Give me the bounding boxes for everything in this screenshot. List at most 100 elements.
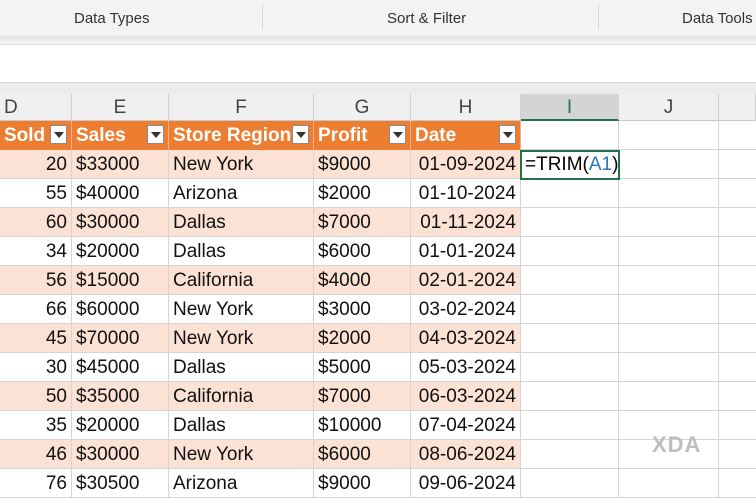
- cell-sold[interactable]: 76: [0, 469, 72, 498]
- cell-region[interactable]: California: [169, 266, 314, 295]
- cell-sold[interactable]: 66: [0, 295, 72, 324]
- cell-date[interactable]: 04-03-2024: [411, 324, 521, 353]
- cell-sold[interactable]: 45: [0, 324, 72, 353]
- ribbon-group-data-tools[interactable]: Data Tools: [682, 10, 753, 27]
- cell-sold[interactable]: 35: [0, 411, 72, 440]
- empty-cell[interactable]: [719, 353, 756, 382]
- cell-sales[interactable]: $45000: [72, 353, 169, 382]
- empty-cell[interactable]: [619, 324, 719, 353]
- filter-dropdown-icon[interactable]: [292, 125, 309, 144]
- cell-date[interactable]: 05-03-2024: [411, 353, 521, 382]
- cell-region[interactable]: California: [169, 382, 314, 411]
- cell-profit[interactable]: $6000: [314, 237, 411, 266]
- cell-sales[interactable]: $20000: [72, 237, 169, 266]
- cell-region[interactable]: Dallas: [169, 237, 314, 266]
- column-header-i[interactable]: I: [521, 94, 619, 121]
- filter-dropdown-icon[interactable]: [50, 125, 67, 144]
- cell-sold[interactable]: 20: [0, 150, 72, 179]
- ribbon-group-data-types[interactable]: Data Types: [74, 10, 150, 27]
- empty-cell[interactable]: [619, 150, 719, 179]
- cell-sold[interactable]: 30: [0, 353, 72, 382]
- cell-profit[interactable]: $9000: [314, 150, 411, 179]
- empty-cell[interactable]: [619, 353, 719, 382]
- empty-cell[interactable]: [719, 237, 756, 266]
- empty-cell[interactable]: [521, 179, 619, 208]
- empty-cell[interactable]: [521, 469, 619, 498]
- cell-region[interactable]: New York: [169, 324, 314, 353]
- cell-date[interactable]: 02-01-2024: [411, 266, 521, 295]
- empty-cell[interactable]: [619, 237, 719, 266]
- empty-cell[interactable]: [521, 440, 619, 469]
- filter-dropdown-icon[interactable]: [389, 125, 406, 144]
- cell-sold[interactable]: 46: [0, 440, 72, 469]
- empty-cell[interactable]: [521, 382, 619, 411]
- cell-date[interactable]: 01-10-2024: [411, 179, 521, 208]
- empty-cell[interactable]: [521, 208, 619, 237]
- column-header-g[interactable]: G: [314, 94, 411, 121]
- cell-profit[interactable]: $7000: [314, 208, 411, 237]
- cell-region[interactable]: Dallas: [169, 353, 314, 382]
- cell-sales[interactable]: $35000: [72, 382, 169, 411]
- cell-profit[interactable]: $2000: [314, 179, 411, 208]
- empty-cell[interactable]: [719, 382, 756, 411]
- cell-k1[interactable]: [719, 121, 756, 150]
- cell-i1[interactable]: [521, 121, 619, 150]
- empty-cell[interactable]: [521, 295, 619, 324]
- cell-date[interactable]: 09-06-2024: [411, 469, 521, 498]
- cell-sales[interactable]: $30500: [72, 469, 169, 498]
- empty-cell[interactable]: [619, 295, 719, 324]
- filter-dropdown-icon[interactable]: [147, 125, 164, 144]
- cell-profit[interactable]: $7000: [314, 382, 411, 411]
- empty-cell[interactable]: [719, 295, 756, 324]
- cell-date[interactable]: 01-01-2024: [411, 237, 521, 266]
- empty-cell[interactable]: [719, 440, 756, 469]
- cell-region[interactable]: Arizona: [169, 179, 314, 208]
- cell-region[interactable]: Arizona: [169, 469, 314, 498]
- cell-date[interactable]: 01-11-2024: [411, 208, 521, 237]
- cell-sold[interactable]: 34: [0, 237, 72, 266]
- cell-date[interactable]: 07-04-2024: [411, 411, 521, 440]
- cell-profit[interactable]: $6000: [314, 440, 411, 469]
- cell-sales[interactable]: $30000: [72, 440, 169, 469]
- empty-cell[interactable]: [619, 469, 719, 498]
- cell-sold[interactable]: 60: [0, 208, 72, 237]
- cell-profit[interactable]: $4000: [314, 266, 411, 295]
- active-cell-formula[interactable]: =TRIM(A1): [520, 150, 620, 180]
- filter-dropdown-icon[interactable]: [499, 125, 516, 144]
- formula-bar-area[interactable]: [0, 44, 756, 83]
- empty-cell[interactable]: [619, 208, 719, 237]
- cell-region[interactable]: New York: [169, 150, 314, 179]
- empty-cell[interactable]: [521, 324, 619, 353]
- cell-profit[interactable]: $3000: [314, 295, 411, 324]
- cell-j1[interactable]: [619, 121, 719, 150]
- cell-sales[interactable]: $20000: [72, 411, 169, 440]
- cell-sales[interactable]: $15000: [72, 266, 169, 295]
- empty-cell[interactable]: [521, 237, 619, 266]
- cell-sold[interactable]: 56: [0, 266, 72, 295]
- cell-profit[interactable]: $5000: [314, 353, 411, 382]
- cell-date[interactable]: 08-06-2024: [411, 440, 521, 469]
- empty-cell[interactable]: [719, 324, 756, 353]
- cell-profit[interactable]: $2000: [314, 324, 411, 353]
- column-header-e[interactable]: E: [72, 94, 169, 121]
- cell-date[interactable]: 03-02-2024: [411, 295, 521, 324]
- cell-profit[interactable]: $9000: [314, 469, 411, 498]
- column-header-d[interactable]: D: [0, 94, 72, 121]
- column-header-j[interactable]: J: [619, 94, 719, 121]
- ribbon-group-sort-filter[interactable]: Sort & Filter: [387, 10, 466, 27]
- empty-cell[interactable]: [719, 411, 756, 440]
- worksheet-grid[interactable]: 20 $33000 New York $9000 01-09-2024 55 $40000 A…: [0, 150, 756, 498]
- cell-region[interactable]: Dallas: [169, 411, 314, 440]
- cell-sales[interactable]: $70000: [72, 324, 169, 353]
- empty-cell[interactable]: [619, 382, 719, 411]
- cell-sold[interactable]: 50: [0, 382, 72, 411]
- cell-sold[interactable]: 55: [0, 179, 72, 208]
- column-header-h[interactable]: H: [411, 94, 521, 121]
- cell-sales[interactable]: $30000: [72, 208, 169, 237]
- empty-cell[interactable]: [719, 266, 756, 295]
- empty-cell[interactable]: [719, 179, 756, 208]
- cell-region[interactable]: Dallas: [169, 208, 314, 237]
- cell-sales[interactable]: $60000: [72, 295, 169, 324]
- cell-sales[interactable]: $33000: [72, 150, 169, 179]
- empty-cell[interactable]: [719, 150, 756, 179]
